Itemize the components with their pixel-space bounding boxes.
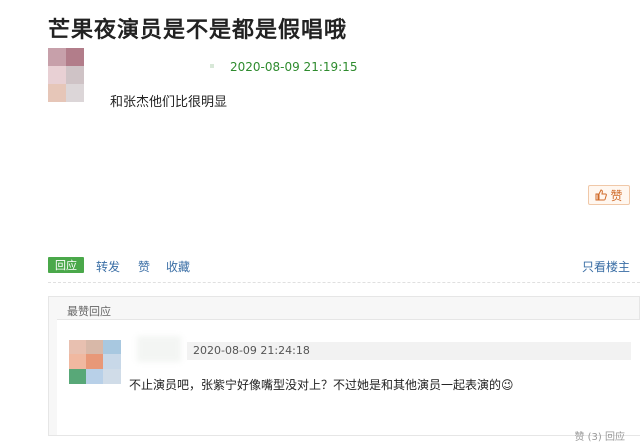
- reply-item: 2020-08-09 21:24:18 不止演员吧，张紫宁好像嘴型没对上？不过她…: [57, 319, 640, 443]
- thumbs-up-icon: [595, 189, 608, 201]
- divider: [48, 282, 640, 283]
- reply-avatar[interactable]: [69, 340, 121, 384]
- top-replies-header: 最赞回应: [67, 305, 111, 318]
- action-bar: 回应 转发 赞 收藏 只看楼主: [48, 257, 630, 275]
- like-button[interactable]: 赞: [588, 185, 630, 205]
- post-body: 和张杰他们比很明显: [110, 95, 228, 110]
- reply-button[interactable]: 回应: [48, 257, 84, 273]
- post-timestamp: 2020-08-09 21:19:15: [230, 60, 358, 74]
- username-blur: [210, 64, 214, 68]
- reply-timestamp: 2020-08-09 21:24:18: [193, 344, 310, 357]
- like-link[interactable]: 赞: [138, 258, 150, 275]
- top-replies-section: 最赞回应 2020-08-09 21:24:18 不止演员吧，张紫宁好像嘴型没对…: [48, 296, 640, 443]
- post-title: 芒果夜演员是不是都是假唱哦: [48, 18, 348, 43]
- reply-text: 不止演员吧，张紫宁好像嘴型没对上？不过她是和其他演员一起表演的😉: [129, 378, 514, 392]
- reply-footer[interactable]: 赞 (3) 回应: [574, 428, 625, 443]
- like-button-label: 赞: [610, 188, 623, 203]
- author-avatar[interactable]: [48, 48, 84, 102]
- repost-link[interactable]: 转发: [96, 258, 120, 275]
- reply-username-blur: [137, 336, 181, 362]
- collect-link[interactable]: 收藏: [166, 258, 190, 275]
- only-host-link[interactable]: 只看楼主: [582, 258, 630, 275]
